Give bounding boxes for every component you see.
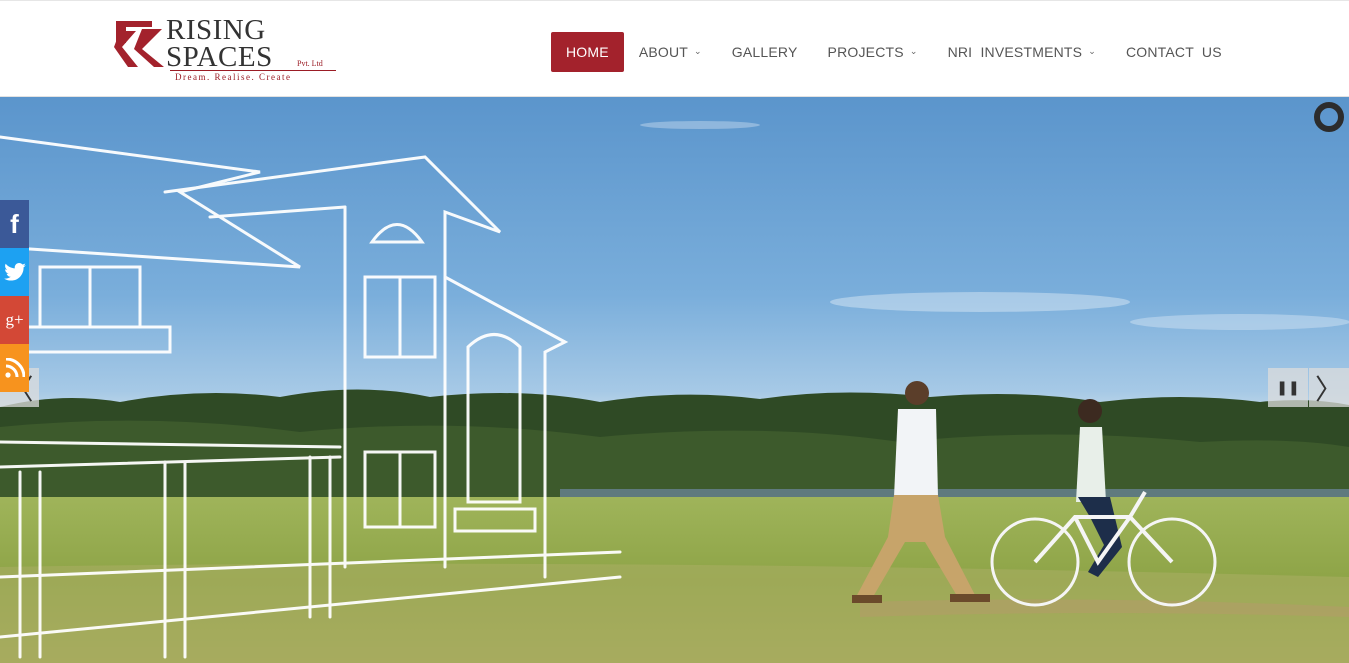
logo-divider [170, 70, 336, 71]
nav-home[interactable]: HOME [551, 32, 624, 72]
chevron-down-icon: ⌄ [1088, 45, 1096, 56]
nav-about-label: ABOUT [638, 44, 689, 60]
googleplus-icon: g+ [5, 310, 24, 329]
nav-about[interactable]: ABOUT ⌄ [624, 32, 717, 72]
twitter-icon [3, 263, 26, 281]
nav-contact-us[interactable]: CONTACT US [1111, 32, 1237, 72]
brand-tagline: Dream. Realise. Create [175, 72, 292, 82]
twitter-link[interactable] [0, 248, 29, 296]
rss-icon [4, 358, 25, 378]
nav-contact-label: CONTACT US [1125, 44, 1222, 60]
rss-link[interactable] [0, 344, 29, 392]
nav-projects-label: PROJECTS [827, 44, 904, 60]
slider-pause-button[interactable]: ❚❚ [1268, 368, 1308, 407]
nav-gallery[interactable]: GALLERY [717, 32, 813, 72]
brand-name-line2: SPACES [166, 41, 273, 73]
main-nav: HOME ABOUT ⌄ GALLERY PROJECTS ⌄ NRI INVE… [551, 32, 1237, 72]
nav-nri-label: NRI INVESTMENTS [947, 44, 1083, 60]
site-header: RISING SPACES Pvt. Ltd Dream. Realise. C… [0, 0, 1349, 97]
social-share-bar: f g+ [0, 200, 29, 392]
slider-next-button[interactable]: 〉 [1309, 368, 1349, 407]
chevron-down-icon: ⌄ [694, 45, 702, 56]
brand-suffix: Pvt. Ltd [297, 59, 323, 68]
hero-slider: 〈 ❚❚ 〉 [0, 97, 1349, 663]
nav-home-label: HOME [566, 44, 609, 60]
loading-spinner-icon [1314, 102, 1344, 132]
logo[interactable]: RISING SPACES Pvt. Ltd Dream. Realise. C… [112, 15, 342, 85]
facebook-icon: f [10, 208, 19, 239]
logo-mark-icon [114, 21, 164, 67]
nav-gallery-label: GALLERY [731, 44, 798, 60]
googleplus-link[interactable]: g+ [0, 296, 29, 344]
nav-projects[interactable]: PROJECTS ⌄ [813, 32, 933, 72]
facebook-link[interactable]: f [0, 200, 29, 248]
nav-nri-investments[interactable]: NRI INVESTMENTS ⌄ [933, 32, 1111, 72]
chevron-right-icon: 〉 [1314, 372, 1343, 406]
hero-image [0, 121, 1349, 663]
chevron-down-icon: ⌄ [909, 45, 918, 56]
pause-icon: ❚❚ [1276, 379, 1300, 395]
